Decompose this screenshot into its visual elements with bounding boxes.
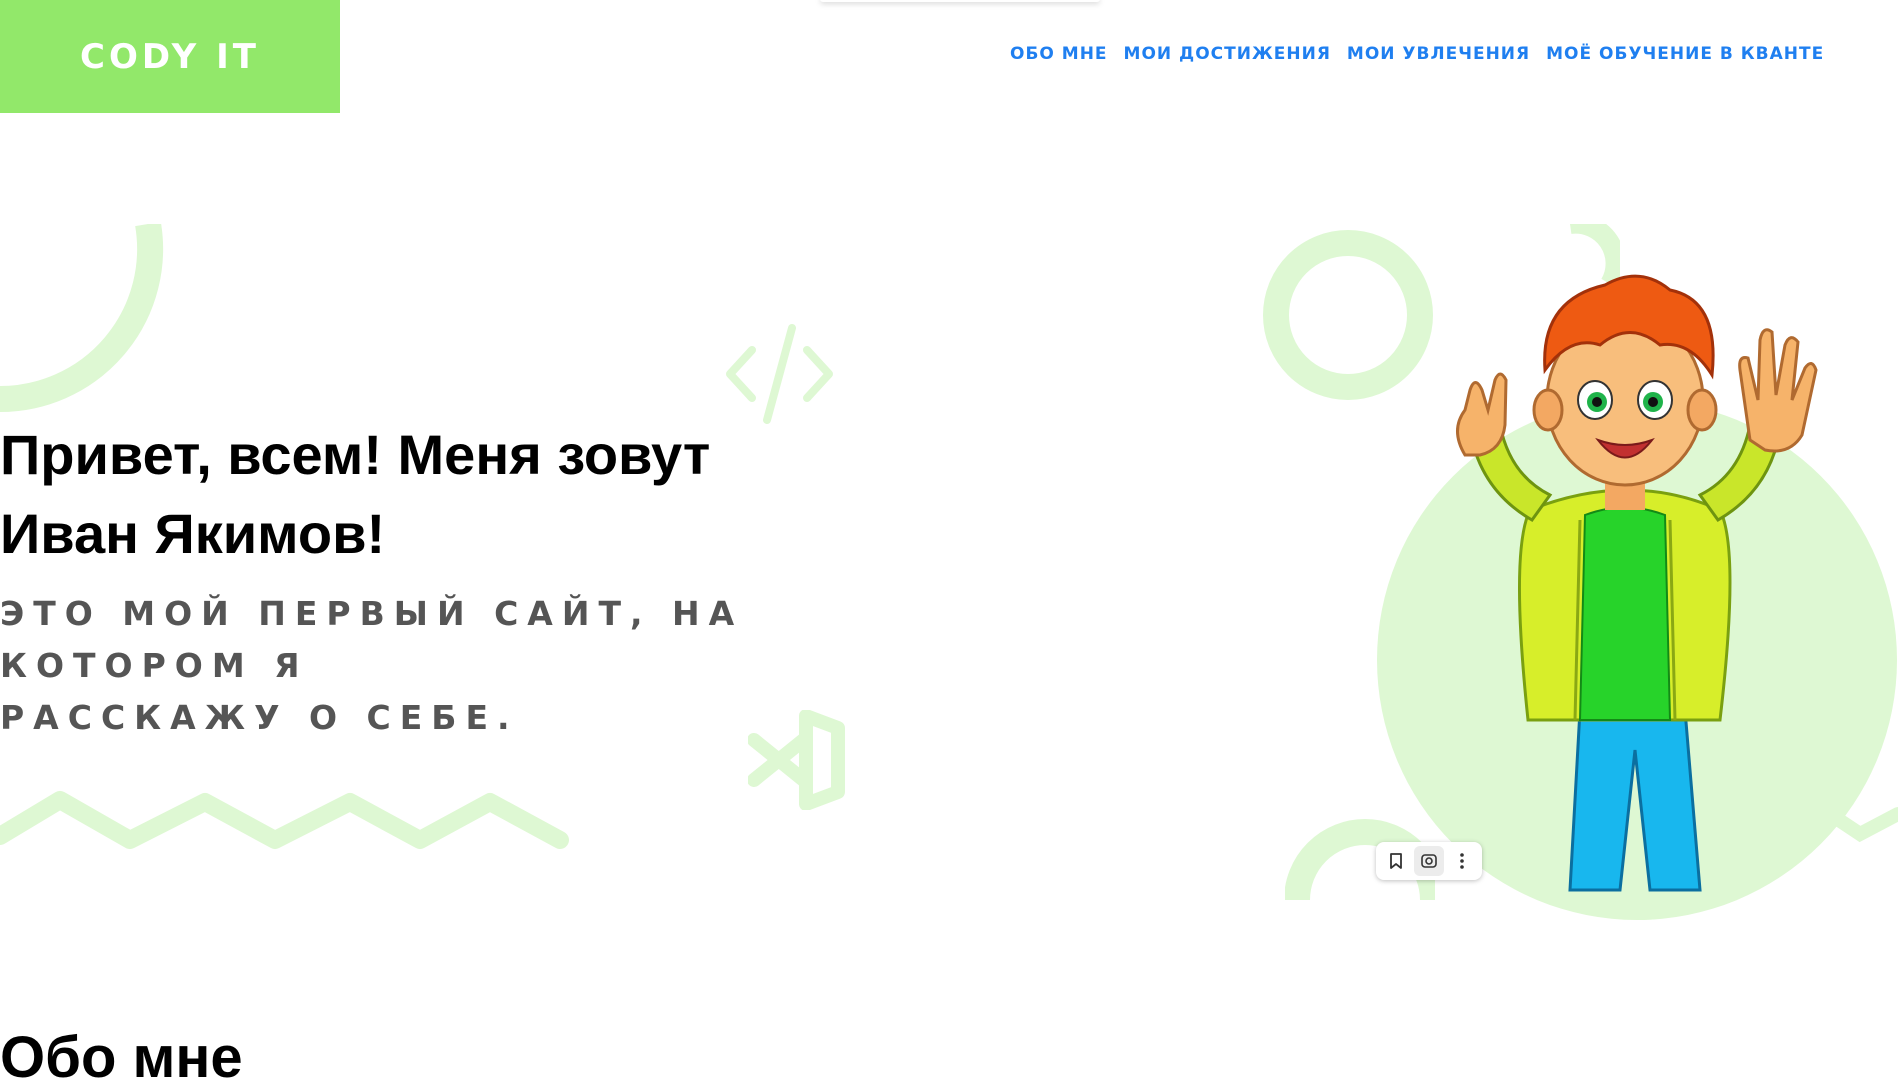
logo-box[interactable]: CODY IT bbox=[0, 0, 340, 113]
nav-link-hobbies[interactable]: МОИ УВЛЕЧЕНИЯ bbox=[1347, 44, 1530, 64]
top-overlay-shadow bbox=[820, 0, 1100, 2]
more-vertical-icon bbox=[1459, 853, 1464, 869]
decor-zigzag-shape bbox=[0, 791, 569, 849]
hero-subtitle: это мой первый сайт, на котором я расска… bbox=[0, 588, 1000, 744]
lens-search-button[interactable] bbox=[1413, 846, 1444, 876]
decor-ring-shape bbox=[1263, 230, 1433, 400]
decor-arc-shape bbox=[0, 224, 164, 412]
main-nav: ОБО МНЕ МОИ ДОСТИЖЕНИЯ МОИ УВЛЕЧЕНИЯ МОЁ… bbox=[1010, 44, 1824, 64]
bookmark-button[interactable] bbox=[1381, 846, 1411, 876]
bookmark-icon bbox=[1390, 853, 1403, 869]
lens-search-icon bbox=[1421, 854, 1437, 868]
cartoon-boy-illustration bbox=[1456, 274, 1818, 892]
code-brackets-icon bbox=[726, 324, 833, 424]
hero-title-line2: Иван Якимов! bbox=[0, 502, 386, 565]
nav-link-about[interactable]: ОБО МНЕ bbox=[1010, 44, 1108, 64]
about-section-title: Обо мне bbox=[0, 1025, 243, 1080]
hero-subtitle-line1: это мой первый сайт, на котором я bbox=[0, 594, 744, 685]
more-options-button[interactable] bbox=[1447, 846, 1477, 876]
page: CODY IT ОБО МНЕ МОИ ДОСТИЖЕНИЯ МОИ УВЛЕЧ… bbox=[0, 0, 1898, 1080]
nav-link-achievements[interactable]: МОИ ДОСТИЖЕНИЯ bbox=[1124, 44, 1331, 64]
hero-title: Привет, всем! Меня зовут Иван Якимов! bbox=[0, 415, 900, 573]
hero-title-line1: Привет, всем! Меня зовут bbox=[0, 423, 711, 486]
hero-subtitle-line2: расскажу о себе. bbox=[0, 698, 519, 737]
image-toolbar bbox=[1376, 842, 1482, 880]
nav-link-education[interactable]: МОЁ ОБУЧЕНИЕ В КВАНТЕ bbox=[1546, 44, 1824, 64]
logo-text: CODY IT bbox=[80, 36, 260, 77]
